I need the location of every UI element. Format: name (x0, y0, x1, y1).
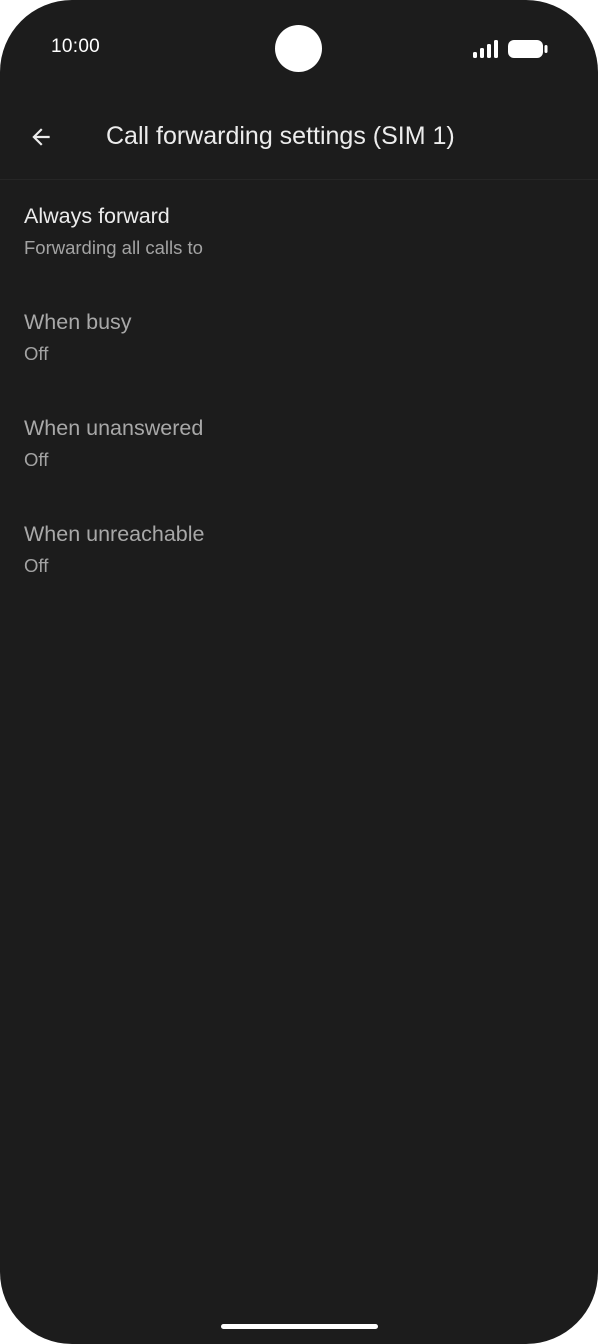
setting-when-unanswered[interactable]: When unanswered Off (0, 392, 598, 498)
setting-title: Always forward (24, 204, 170, 228)
app-bar: Call forwarding settings (SIM 1) (0, 96, 598, 180)
setting-title: When busy (24, 310, 132, 334)
status-bar: 10:00 (0, 0, 598, 96)
back-button[interactable] (18, 114, 64, 160)
setting-summary: Off (24, 449, 49, 470)
setting-summary: Off (24, 343, 49, 364)
cellular-signal-icon (473, 40, 498, 58)
setting-when-busy[interactable]: When busy Off (0, 286, 598, 392)
status-time: 10:00 (51, 36, 101, 57)
setting-when-unreachable[interactable]: When unreachable Off (0, 498, 598, 604)
setting-title: When unreachable (24, 522, 205, 546)
home-indicator[interactable] (221, 1324, 378, 1329)
phone-screen: 10:00 Call forwarding settings (SIM 1) A… (0, 0, 598, 1344)
setting-summary: Off (24, 555, 49, 576)
setting-summary: Forwarding all calls to (24, 237, 203, 258)
arrow-back-icon (32, 128, 50, 146)
setting-always-forward[interactable]: Always forward Forwarding all calls to (0, 180, 598, 286)
camera-cutout (275, 25, 322, 72)
battery-full-icon (508, 40, 548, 58)
settings-list: Always forward Forwarding all calls to W… (0, 180, 598, 604)
setting-title: When unanswered (24, 416, 204, 440)
page-title: Call forwarding settings (SIM 1) (106, 122, 455, 150)
